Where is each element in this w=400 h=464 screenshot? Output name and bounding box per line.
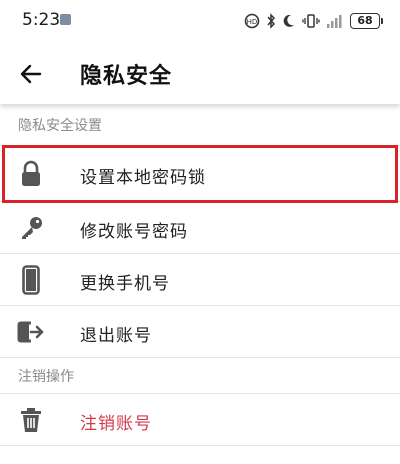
do-not-disturb-icon (283, 14, 294, 27)
status-icons: HD 68 (244, 12, 383, 30)
list-item-delete-account[interactable]: 注销账号 (0, 394, 400, 446)
list-item-local-lock[interactable]: 设置本地密码锁 (0, 146, 400, 202)
trash-icon (16, 405, 46, 435)
vibrate-icon (302, 14, 320, 28)
status-time: 5:23 (22, 10, 61, 30)
section-header-deactivate: 注销操作 (0, 358, 400, 394)
list-item-logout[interactable]: 退出账号 (0, 306, 400, 358)
vowifi-icon: HD (244, 13, 260, 29)
list-item-label: 设置本地密码锁 (80, 168, 206, 188)
app-notification-icon (60, 14, 71, 25)
logout-icon (16, 317, 46, 347)
list-item-label: 退出账号 (80, 326, 152, 346)
arrow-left-icon (20, 64, 42, 84)
phone-icon (16, 265, 46, 295)
list-item-label: 注销账号 (80, 414, 152, 434)
signal-icon (327, 15, 342, 28)
list-item-label: 更换手机号 (80, 274, 170, 294)
battery-icon: 68 (350, 13, 383, 29)
back-button[interactable] (14, 58, 48, 90)
key-icon (16, 213, 46, 243)
lock-icon (16, 159, 46, 189)
list-item-label: 修改账号密码 (80, 222, 188, 242)
status-bar: 5:23 HD 68 (0, 0, 400, 44)
svg-text:HD: HD (247, 18, 258, 26)
app-bar: 隐私安全 (0, 44, 400, 104)
settings-list: 隐私安全设置 设置本地密码锁 修改账号密码 更换手机号 退出账号 注销操作 注销… (0, 104, 400, 464)
bluetooth-icon (267, 13, 276, 29)
section-header-privacy: 隐私安全设置 (0, 104, 400, 146)
list-item-change-phone[interactable]: 更换手机号 (0, 254, 400, 306)
page-title: 隐私安全 (80, 64, 173, 89)
list-item-change-password[interactable]: 修改账号密码 (0, 202, 400, 254)
